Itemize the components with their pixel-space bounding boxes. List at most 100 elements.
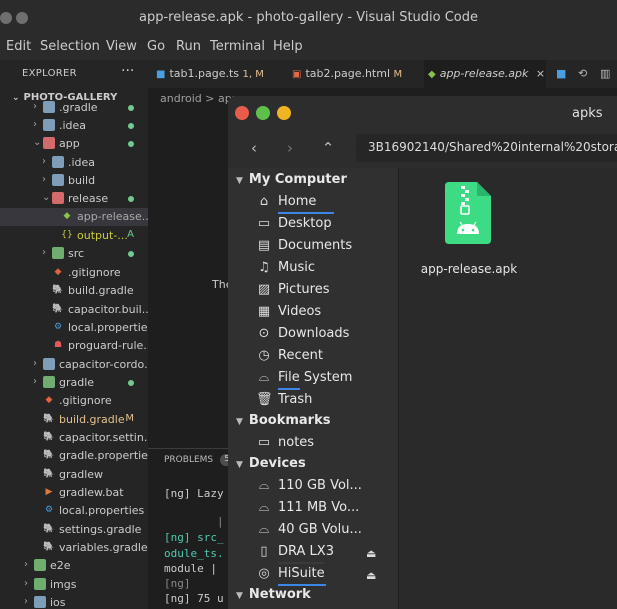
eject-icon[interactable]: ⏏ [366, 569, 376, 582]
tab-tab1-page-ts[interactable]: ■ tab1.page.ts 1, M [156, 60, 288, 88]
explorer-more-button[interactable]: ··· [121, 63, 134, 79]
explorer-tree-item[interactable]: › ios [0, 594, 148, 609]
close-button[interactable] [235, 106, 249, 120]
folder-icon [34, 596, 46, 608]
tree-item-label: .gitignore [68, 266, 121, 279]
up-arrow-icon[interactable]: ⌃ [314, 136, 342, 162]
chevron-right-icon[interactable]: › [24, 559, 28, 570]
chevron-down-icon[interactable]: ⌄ [33, 137, 41, 148]
sidebar-place-item[interactable]: ⌓ 111 MB Vo... [256, 500, 359, 522]
explorer-tree-item[interactable]: › .idea [0, 154, 148, 172]
section-devices[interactable]: ▼ Devices [236, 456, 306, 471]
sidebar-place-item[interactable]: ◎ HiSuite [256, 566, 326, 588]
explorer-tree-item[interactable]: ⌄ release [0, 190, 148, 208]
tab-tab2-page-html[interactable]: ▣ tab2.page.html M [292, 60, 422, 88]
terminal-line: [ng] src_ [164, 531, 224, 544]
sidebar-place-item[interactable]: ⌓ 110 GB Vol... [256, 478, 362, 500]
menu-view[interactable]: View [106, 39, 137, 54]
explorer-tree-item[interactable]: ☗ proguard-rule... [0, 337, 148, 355]
sidebar-place-item[interactable]: ▯ DRA LX3 [256, 544, 334, 566]
explorer-tree-item[interactable]: › build [0, 172, 148, 190]
chevron-right-icon[interactable]: › [42, 247, 46, 258]
explorer-tree-item[interactable]: › imgs [0, 576, 148, 594]
explorer-tree-item[interactable]: › src [0, 245, 148, 263]
explorer-tree-item[interactable]: ◆ app-release.... [0, 208, 148, 226]
explorer-tree-item[interactable]: 🐘 capacitor.settin... [0, 429, 148, 447]
typescript-icon: ■ [156, 69, 166, 80]
editor-tabs: ■ tab1.page.ts 1, M ▣ tab2.page.html M ◆ ap… [148, 60, 617, 88]
menu-go[interactable]: Go [147, 39, 165, 54]
explorer-tree-item[interactable]: ▶ gradlew.bat [0, 484, 148, 502]
breadcrumb[interactable]: android > app [160, 92, 239, 105]
sidebar-place-item[interactable]: ⌓ File System [256, 370, 352, 392]
chevron-right-icon[interactable]: › [24, 578, 28, 589]
pictures-icon: ▨ [257, 282, 271, 297]
explorer-tree-item[interactable]: ⌄ app [0, 135, 148, 153]
phone-icon: ▯ [260, 544, 268, 559]
explorer-tree-item[interactable]: 🐘 settings.gradle [0, 521, 148, 539]
explorer-tree-item[interactable]: › e2e [0, 557, 148, 575]
chevron-right-icon[interactable]: › [33, 101, 37, 112]
tab-problems[interactable]: PROBLEMS [164, 455, 213, 465]
menu-run[interactable]: Run [176, 39, 201, 54]
explorer-tree-item[interactable]: › .gradle [0, 99, 148, 117]
sidebar-place-item[interactable]: ♫ Music [256, 260, 315, 282]
sidebar-place-item[interactable]: ⌓ 40 GB Volu... [256, 522, 362, 544]
terminal-line: [ng] [164, 577, 191, 590]
explorer-tree-item[interactable]: {} output-... A [0, 227, 148, 245]
explorer-tree-item[interactable]: › .idea [0, 117, 148, 135]
chevron-right-icon[interactable]: › [24, 596, 28, 607]
sidebar-place-item[interactable]: ⊙ Downloads [256, 326, 350, 348]
sidebar-place-item[interactable]: ◷ Recent [256, 348, 323, 370]
chevron-right-icon[interactable]: › [42, 156, 46, 167]
gradle-icon: 🐘 [43, 542, 55, 552]
forward-arrow-icon[interactable]: › [276, 136, 304, 162]
explorer-tree-item[interactable]: 🐘 build.gradle M [0, 411, 148, 429]
tab-app-release-apk[interactable]: ◆ app-release.apk × [424, 60, 546, 88]
explorer-tree-item[interactable]: ⚙ local.properties [0, 502, 148, 520]
eject-icon[interactable]: ⏏ [366, 547, 376, 560]
back-arrow-icon[interactable]: ‹ [240, 136, 268, 162]
tree-item-label: gradle [59, 376, 95, 389]
chevron-right-icon[interactable]: › [33, 119, 37, 130]
split-editor-icon[interactable]: ▥ [600, 60, 616, 88]
sidebar-place-item[interactable]: ▤ Documents [256, 238, 352, 260]
explorer-tree-item[interactable]: ⚙ local.properties [0, 319, 148, 337]
menu-terminal[interactable]: Terminal [210, 39, 265, 54]
chevron-right-icon[interactable]: › [33, 376, 37, 387]
menu-selection[interactable]: Selection [40, 39, 100, 54]
sidebar-place-item[interactable]: ▦ Videos [256, 304, 321, 326]
music-icon: ♫ [258, 260, 270, 275]
location-bar[interactable]: 3B16902140/Shared%20internal%20storage [356, 134, 617, 162]
explorer-tree-item[interactable]: 🐘 build.gradle [0, 282, 148, 300]
sidebar-place-item[interactable]: 🗑 Trash [256, 392, 312, 414]
sidebar-place-item[interactable]: ▨ Pictures [256, 282, 330, 304]
minimize-button[interactable] [256, 106, 270, 120]
tab-overflow-icon[interactable]: ■ [556, 60, 572, 88]
explorer-tree-item[interactable]: 🐘 capacitor.buil... [0, 301, 148, 319]
section-network[interactable]: ▼ Network [236, 587, 311, 602]
section-my-computer[interactable]: ▼ My Computer [236, 172, 347, 187]
explorer-tree-item[interactable]: 🐘 gradle.properties [0, 447, 148, 465]
section-bookmarks[interactable]: ▼ Bookmarks [236, 413, 330, 428]
explorer-tree-item[interactable]: 🐘 gradlew [0, 466, 148, 484]
menu-help[interactable]: Help [273, 39, 303, 54]
menu-edit[interactable]: Edit [6, 39, 31, 54]
chevron-down-icon[interactable]: ⌄ [42, 192, 50, 203]
terminal-line: [ng] 75 u [164, 592, 224, 605]
tab-close-icon[interactable]: × [536, 67, 545, 80]
chevron-right-icon[interactable]: › [42, 174, 46, 185]
html-icon: ▣ [292, 69, 302, 80]
sidebar-place-item[interactable]: ▭ Desktop [256, 216, 332, 238]
explorer-tree-item[interactable]: 🐘 variables.gradle [0, 539, 148, 557]
history-icon[interactable]: ⟲ [578, 60, 594, 88]
chevron-right-icon[interactable]: › [33, 358, 37, 369]
sidebar-place-item[interactable]: ⌂ Home [256, 194, 334, 216]
explorer-tree-item[interactable]: ◆ .gitignore [0, 392, 148, 410]
explorer-tree-item[interactable]: ◆ .gitignore [0, 264, 148, 282]
explorer-tree-item[interactable]: › capacitor-cordo... [0, 356, 148, 374]
drive-icon: ⌓ [258, 370, 270, 385]
maximize-button[interactable] [277, 106, 291, 120]
explorer-tree-item[interactable]: › gradle [0, 374, 148, 392]
sidebar-place-item[interactable]: ▭ notes [256, 435, 314, 457]
